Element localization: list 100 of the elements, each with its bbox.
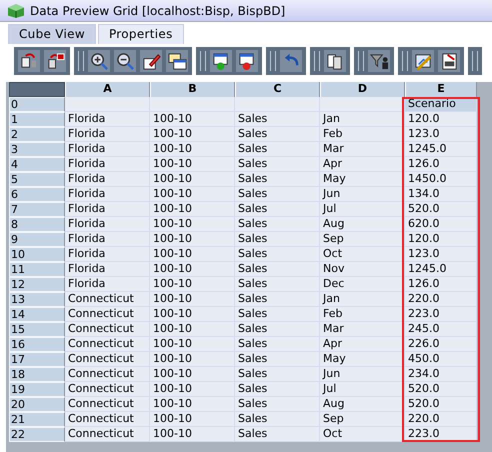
table-cell: 100-10	[150, 247, 235, 262]
table-cell: 520.0	[405, 382, 477, 397]
table-cell: 100-10	[150, 127, 235, 142]
cube-arrow-icon[interactable]	[20, 52, 38, 70]
windows-icon[interactable]	[168, 52, 186, 70]
column-header[interactable]: D	[320, 82, 405, 97]
row-header[interactable]: 3	[9, 142, 65, 157]
table-cell: 234.0	[405, 367, 477, 382]
row-header[interactable]: 11	[9, 262, 65, 277]
tab[interactable]: Cube View	[8, 24, 96, 44]
table-cell: Sales	[235, 112, 320, 127]
table-cell: 100-10	[150, 427, 235, 442]
row-header[interactable]: 22	[9, 427, 65, 442]
row-header[interactable]: 4	[9, 157, 65, 172]
table-cell: 223.0	[405, 307, 477, 322]
chart-pencil-icon[interactable]	[414, 52, 432, 70]
table-cell: 220.0	[405, 412, 477, 427]
toolbar-grip[interactable]	[402, 51, 408, 71]
table-cell: Florida	[65, 172, 150, 187]
row-header[interactable]: 17	[9, 352, 65, 367]
filter-person-icon[interactable]	[370, 52, 388, 70]
row-header[interactable]: 18	[9, 367, 65, 382]
row-header[interactable]: 7	[9, 202, 65, 217]
table-cell: Florida	[65, 262, 150, 277]
zoom-out-icon[interactable]	[116, 52, 134, 70]
table-cell: Sales	[235, 307, 320, 322]
row-header[interactable]: 2	[9, 127, 65, 142]
row-header[interactable]: 15	[9, 322, 65, 337]
table-cell: 120.0	[405, 232, 477, 247]
table-cell: Florida	[65, 202, 150, 217]
toolbar-grip[interactable]	[270, 51, 276, 71]
table-cell: Connecticut	[65, 382, 150, 397]
table-cell: 100-10	[150, 277, 235, 292]
row-header[interactable]: 10	[9, 247, 65, 262]
table-cell: 123.0	[405, 127, 477, 142]
row-header[interactable]: 14	[9, 307, 65, 322]
table-cell: Jun	[320, 367, 405, 382]
table-cell: 100-10	[150, 412, 235, 427]
table-cell: Jan	[320, 112, 405, 127]
table-cell: 100-10	[150, 157, 235, 172]
toolbar-grip[interactable]	[200, 51, 206, 71]
row-header[interactable]: 5	[9, 172, 65, 187]
table-cell: Jul	[320, 202, 405, 217]
row-header[interactable]: 13	[9, 292, 65, 307]
toolbar-grip[interactable]	[78, 51, 84, 71]
column-header[interactable]: E	[405, 82, 477, 97]
table-cell: 100-10	[150, 187, 235, 202]
table-cell: Florida	[65, 127, 150, 142]
flag-arrow-icon[interactable]	[46, 52, 64, 70]
toolbar-grip[interactable]	[472, 51, 478, 71]
table-cell: Feb	[320, 307, 405, 322]
html-page-icon[interactable]	[440, 52, 458, 70]
table-cell: Sales	[235, 397, 320, 412]
table-cell: Sales	[235, 412, 320, 427]
row-header[interactable]: 8	[9, 217, 65, 232]
row-header[interactable]: 9	[9, 232, 65, 247]
table-cell: 1245.0	[405, 142, 477, 157]
table-cell: 220.0	[405, 292, 477, 307]
table-cell: Connecticut	[65, 412, 150, 427]
table-cell: Sep	[320, 412, 405, 427]
table-cell: Sales	[235, 142, 320, 157]
table-cell: Sales	[235, 352, 320, 367]
table-cell: 100-10	[150, 142, 235, 157]
table-cell: 223.0	[405, 427, 477, 442]
row-header[interactable]: 21	[9, 412, 65, 427]
window-remove-icon[interactable]	[238, 52, 256, 70]
table-cell: Connecticut	[65, 397, 150, 412]
cube-icon	[6, 2, 26, 18]
row-header[interactable]: 20	[9, 397, 65, 412]
row-header[interactable]: 16	[9, 337, 65, 352]
zoom-in-icon[interactable]	[90, 52, 108, 70]
row-header[interactable]: 19	[9, 382, 65, 397]
table-cell: Connecticut	[65, 367, 150, 382]
table-cell: Jul	[320, 382, 405, 397]
column-header[interactable]: B	[150, 82, 235, 97]
table-cell: 226.0	[405, 337, 477, 352]
row-header[interactable]: 12	[9, 277, 65, 292]
column-header[interactable]: A	[65, 82, 150, 97]
table-cell: Connecticut	[65, 322, 150, 337]
toolbar-grip[interactable]	[358, 51, 364, 71]
table-cell: Connecticut	[65, 337, 150, 352]
table-cell: Connecticut	[65, 307, 150, 322]
table-cell: Mar	[320, 142, 405, 157]
row-header[interactable]: 6	[9, 187, 65, 202]
pencil-box-icon[interactable]	[142, 52, 160, 70]
table-cell: Sales	[235, 232, 320, 247]
window-title: Data Preview Grid [localhost:Bisp, BispBD]	[30, 4, 286, 18]
table-cell: 245.0	[405, 322, 477, 337]
window-add-icon[interactable]	[212, 52, 230, 70]
table-cell: Florida	[65, 157, 150, 172]
tab[interactable]: Properties	[98, 24, 184, 44]
toolbar-grip[interactable]	[314, 51, 320, 71]
row-header[interactable]: 0	[9, 97, 65, 112]
row-header[interactable]: 1	[9, 112, 65, 127]
column-header[interactable]: C	[235, 82, 320, 97]
table-cell: 100-10	[150, 337, 235, 352]
table-cell: 134.0	[405, 187, 477, 202]
table-cell: 100-10	[150, 112, 235, 127]
table-cell: 100-10	[150, 382, 235, 397]
documents-icon[interactable]	[326, 52, 344, 70]
